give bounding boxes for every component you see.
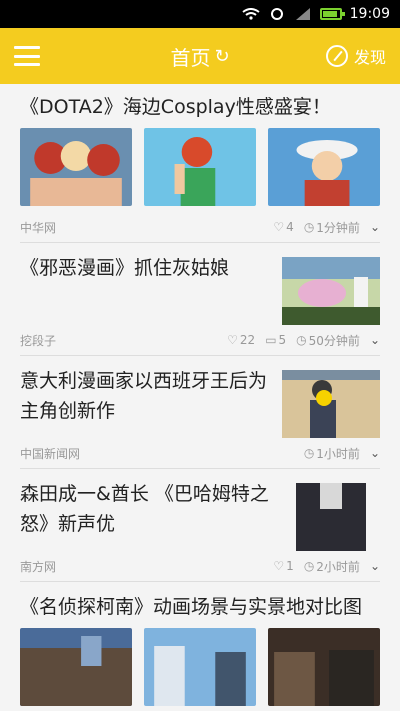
sync-icon xyxy=(270,8,283,20)
likes-count: ♡ 22 xyxy=(227,333,256,347)
signal-icon xyxy=(295,8,310,20)
page-title-label: 首页 xyxy=(170,45,211,70)
article-source: 中国新闻网 xyxy=(20,446,81,461)
menu-icon[interactable] xyxy=(14,46,40,66)
comment-icon: ▭ xyxy=(265,333,277,347)
list-item[interactable]: 《DOTA2》海边Cosplay性感盛宴！ 中华网 ♡ 4 ◷ 1分钟前 ⌄ xyxy=(20,84,380,243)
article-image[interactable] xyxy=(282,483,380,551)
publish-time: ◷ 1小时前 xyxy=(303,446,360,461)
clock-icon: ◷ xyxy=(303,220,315,234)
article-meta: 南方网 ♡ 1 ◷ 2小时前 ⌄ xyxy=(20,551,380,581)
news-feed: 《DOTA2》海边Cosplay性感盛宴！ 中华网 ♡ 4 ◷ 1分钟前 ⌄ 《邪恶… xyxy=(0,84,400,706)
article-image[interactable] xyxy=(20,628,132,706)
heart-icon: ♡ xyxy=(273,220,285,234)
article-image[interactable] xyxy=(144,628,256,706)
status-time: 19:09 xyxy=(349,6,390,22)
likes-count: ♡ 1 xyxy=(273,559,294,573)
compass-icon xyxy=(325,45,348,67)
article-title[interactable]: 《名侦探柯南》动画场景与实景地对比图 xyxy=(20,592,380,622)
article-image[interactable] xyxy=(20,128,132,206)
comments-count: ▭ 5 xyxy=(265,333,287,347)
refresh-icon[interactable]: ↻ xyxy=(214,46,229,67)
article-title[interactable]: 森田成一&酋长 《巴哈姆特之怒》新声优 xyxy=(20,479,272,539)
list-item[interactable]: 《名侦探柯南》动画场景与实景地对比图 xyxy=(20,592,380,706)
battery-icon xyxy=(319,8,345,20)
article-image[interactable] xyxy=(282,257,380,325)
list-item[interactable]: 意大利漫画家以西班牙王后为主角创新作 中国新闻网 ◷ 1小时前 ⌄ xyxy=(20,356,380,469)
discover-label: 发现 xyxy=(353,48,386,67)
chevron-down-icon[interactable]: ⌄ xyxy=(370,333,380,347)
list-item[interactable]: 《邪恶漫画》抓住灰姑娘 挖段子 ♡ 22 ▭ 5 ◷ 50分钟前 ⌄ xyxy=(20,243,380,356)
article-source: 挖段子 xyxy=(20,333,57,348)
article-meta: 挖段子 ♡ 22 ▭ 5 ◷ 50分钟前 ⌄ xyxy=(20,325,380,355)
article-image[interactable] xyxy=(282,370,380,438)
chevron-down-icon[interactable]: ⌄ xyxy=(370,446,380,460)
article-title[interactable]: 意大利漫画家以西班牙王后为主角创新作 xyxy=(20,366,272,426)
wifi-icon xyxy=(242,8,260,20)
article-title[interactable]: 《邪恶漫画》抓住灰姑娘 xyxy=(20,253,272,283)
article-meta: 中华网 ♡ 4 ◷ 1分钟前 ⌄ xyxy=(20,212,380,242)
article-image[interactable] xyxy=(268,628,380,706)
clock-icon: ◷ xyxy=(303,446,315,460)
article-title[interactable]: 《DOTA2》海边Cosplay性感盛宴！ xyxy=(20,92,380,122)
article-images xyxy=(20,628,380,706)
heart-icon: ♡ xyxy=(273,559,285,573)
chevron-down-icon[interactable]: ⌄ xyxy=(370,559,380,573)
clock-icon: ◷ xyxy=(296,333,307,347)
article-source: 南方网 xyxy=(20,559,57,574)
article-images xyxy=(20,128,380,206)
status-bar: 19:09 xyxy=(0,0,400,28)
app-header: 首页 ↻ 发现 xyxy=(0,28,400,84)
heart-icon: ♡ xyxy=(227,333,238,347)
chevron-down-icon[interactable]: ⌄ xyxy=(370,220,380,234)
likes-count: ♡ 4 xyxy=(273,220,294,234)
clock-icon: ◷ xyxy=(303,559,315,573)
article-source: 中华网 xyxy=(20,220,57,235)
publish-time: ◷ 50分钟前 xyxy=(296,333,360,348)
list-item[interactable]: 森田成一&酋长 《巴哈姆特之怒》新声优 南方网 ♡ 1 ◷ 2小时前 ⌄ xyxy=(20,469,380,582)
publish-time: ◷ 1分钟前 xyxy=(303,220,360,235)
article-meta: 中国新闻网 ◷ 1小时前 ⌄ xyxy=(20,438,380,468)
publish-time: ◷ 2小时前 xyxy=(303,559,360,574)
article-image[interactable] xyxy=(144,128,256,206)
article-image[interactable] xyxy=(268,128,380,206)
discover-button[interactable]: 发现 xyxy=(325,44,386,68)
